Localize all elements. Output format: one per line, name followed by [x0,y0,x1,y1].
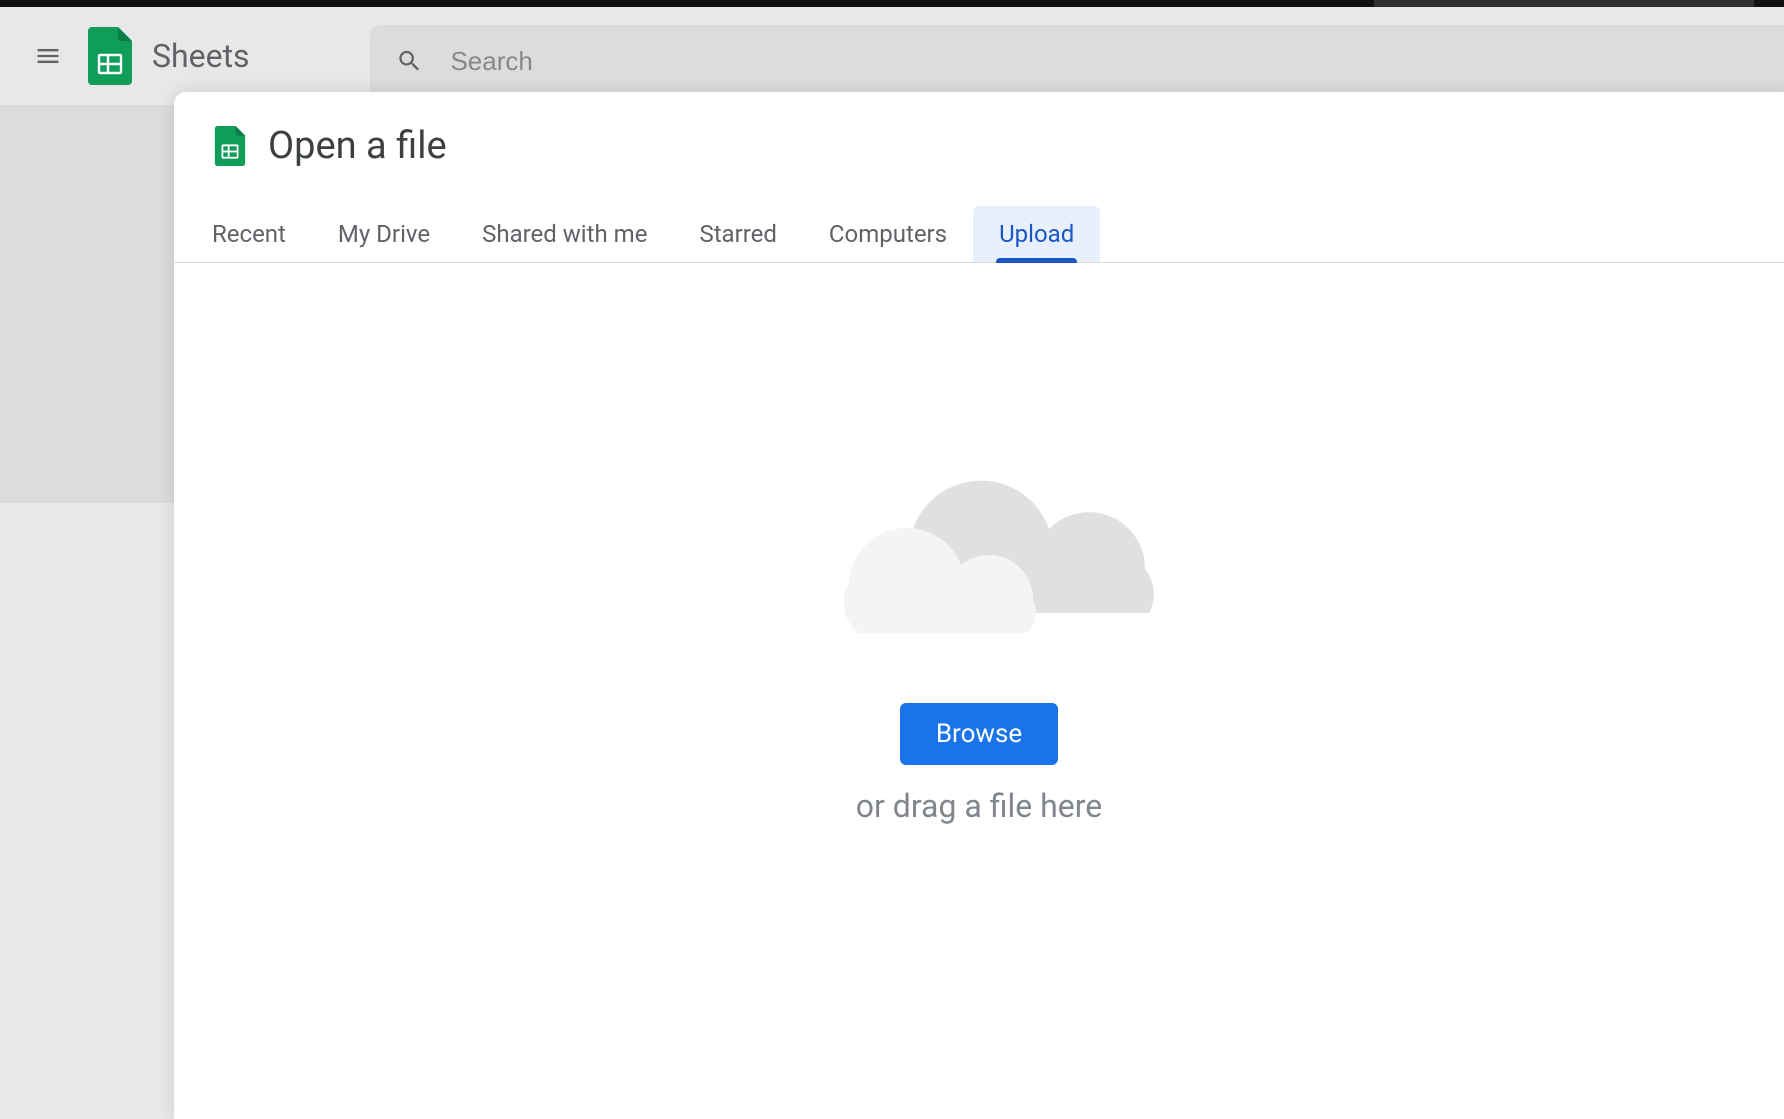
tab-shared-with-me[interactable]: Shared with me [456,206,673,262]
tab-recent[interactable]: Recent [186,206,312,262]
dialog-tabs: Recent My Drive Shared with me Starred C… [174,178,1784,263]
main-menu-button[interactable] [24,32,72,80]
search-input[interactable] [450,46,1784,77]
tab-computers[interactable]: Computers [803,206,973,262]
hamburger-icon [34,42,62,70]
sheets-logo-icon [88,27,132,85]
dialog-header: Open a file [174,92,1784,178]
search-icon [396,47,423,75]
window-top-strip [0,0,1784,7]
app-header: Sheets [0,7,1784,105]
open-file-dialog: Open a file Recent My Drive Shared with … [174,92,1784,1119]
app-title: Sheets [152,37,250,75]
search-bar[interactable] [370,25,1784,97]
tab-my-drive[interactable]: My Drive [312,206,456,262]
dialog-title: Open a file [268,124,447,168]
tab-upload[interactable]: Upload [973,206,1100,262]
cloud-upload-icon [779,423,1179,643]
browse-button[interactable]: Browse [900,703,1058,765]
upload-drop-area[interactable]: Browse or drag a file here [174,263,1784,1119]
sheets-doc-icon [214,126,246,166]
drag-file-hint: or drag a file here [856,787,1102,825]
tab-starred[interactable]: Starred [673,206,802,262]
